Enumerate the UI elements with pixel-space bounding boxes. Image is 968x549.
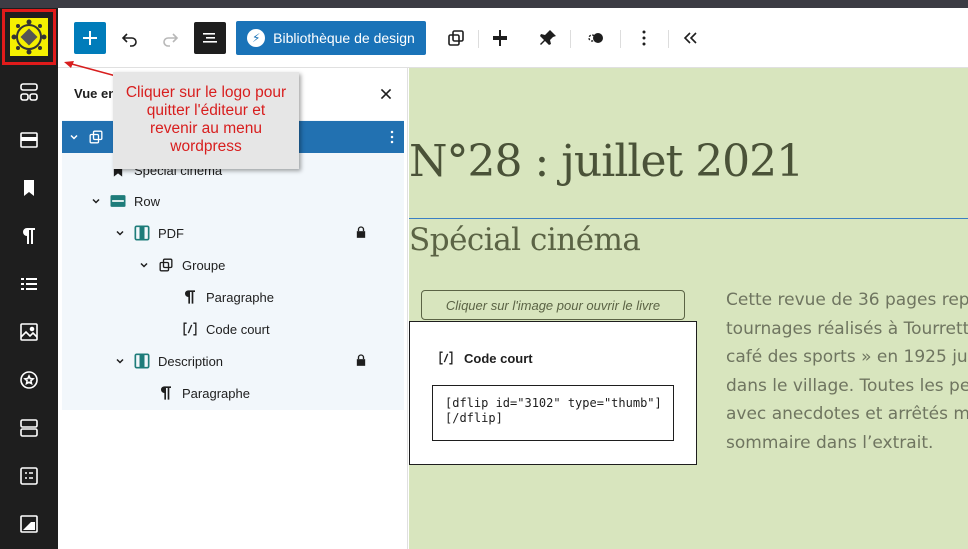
design-library-label: Bibliothèque de design xyxy=(273,30,415,46)
annotation-line: Cliquer sur le logo pour xyxy=(125,84,287,101)
patterns-icon[interactable] xyxy=(0,72,58,112)
form-icon[interactable] xyxy=(0,456,58,496)
lock-icon xyxy=(356,354,368,368)
tree-item-paragraph[interactable]: Paragraphe xyxy=(176,281,274,313)
pin-icon xyxy=(540,30,556,45)
tree-item-label: Row xyxy=(134,193,161,209)
document-overview-button[interactable] xyxy=(194,22,226,54)
paragraph-line: café des sports » en 1925 jusc xyxy=(726,347,968,367)
star-icon[interactable] xyxy=(0,360,58,400)
align-icon xyxy=(493,30,507,46)
site-logo-highlight[interactable] xyxy=(2,9,56,65)
undo-button[interactable] xyxy=(114,20,146,56)
redo-icon xyxy=(163,33,179,47)
shortcode-textarea[interactable]: [dflip id="3102" type="thumb"] [/dflip] xyxy=(432,385,674,441)
block-inserter-rail xyxy=(0,8,58,549)
section-heading[interactable]: Spécial cinéma xyxy=(409,222,641,258)
tree-item-label: PDF xyxy=(158,225,184,241)
description-paragraph[interactable]: Cette revue de 36 pages repre tournages … xyxy=(726,286,968,457)
redo-button[interactable] xyxy=(154,20,186,56)
collapse-left-icon xyxy=(683,32,697,44)
toolbar-separator xyxy=(620,30,621,48)
shortcode-icon xyxy=(180,319,200,339)
chevron-down-icon[interactable] xyxy=(112,225,128,241)
chevron-down-icon[interactable] xyxy=(88,193,104,209)
close-icon xyxy=(380,88,392,100)
more-options-button[interactable] xyxy=(628,20,660,56)
bookmark-icon[interactable] xyxy=(0,168,58,208)
paragraph-icon[interactable] xyxy=(0,216,58,256)
tree-item-shortcode[interactable]: Code court xyxy=(176,313,270,345)
shortcode-line: [dflip id="3102" type="thumb"] xyxy=(445,396,662,410)
editor-toolbar: ⚡ Bibliothèque de design xyxy=(58,8,968,68)
shortcode-icon xyxy=(439,351,453,365)
page-title[interactable]: N°28 : juillet 2021 xyxy=(409,136,804,187)
annotation-callout: Cliquer sur le logo pour quitter l'édite… xyxy=(113,72,299,169)
annotation-line: wordpress xyxy=(170,138,242,155)
site-logo[interactable] xyxy=(10,18,48,56)
paragraph-line: sommaire dans l’extrait. xyxy=(726,432,934,453)
undo-icon xyxy=(121,33,137,47)
shortcode-label: Code court xyxy=(464,350,533,366)
plus-icon xyxy=(83,31,97,45)
editor-canvas: N°28 : juillet 2021 Spécial cinéma Cliqu… xyxy=(409,68,968,549)
stack-icon[interactable] xyxy=(0,408,58,448)
add-block-button[interactable] xyxy=(74,22,106,54)
tree-item-label: Paragraphe xyxy=(182,385,250,401)
chevron-down-icon[interactable] xyxy=(66,129,82,145)
tree-item-label: Code court xyxy=(206,321,270,337)
columns-icon xyxy=(132,223,152,243)
annotation-line: revenir au menu xyxy=(149,120,262,137)
tree-item-label: Description xyxy=(158,353,224,369)
tree-item-label: Paragraphe xyxy=(206,289,274,305)
paragraph-line: avec anecdotes et arrêtés mu xyxy=(726,404,968,424)
columns-icon xyxy=(132,351,152,371)
contrast-icon xyxy=(588,33,603,43)
lock-icon xyxy=(356,226,368,240)
paragraph-line: dans le village. Toutes les per xyxy=(726,375,968,396)
document-overview-icon xyxy=(203,33,217,43)
shortcode-header: Code court xyxy=(436,348,533,368)
header-icon[interactable] xyxy=(0,120,58,160)
paragraph-line: tournages réalisés à Tourrette xyxy=(726,318,968,339)
open-book-button[interactable]: Cliquer sur l'image pour ouvrir le livre xyxy=(421,290,685,320)
paragraph-icon xyxy=(156,383,176,403)
image-icon[interactable] xyxy=(0,312,58,352)
shortcode-block[interactable]: Code court [dflip id="3102" type="thumb"… xyxy=(409,321,697,465)
design-library-button[interactable]: ⚡ Bibliothèque de design xyxy=(236,21,426,55)
annotation-arrow xyxy=(64,61,117,77)
group-icon xyxy=(156,255,176,275)
toolbar-separator xyxy=(478,30,479,48)
pin-button[interactable] xyxy=(532,20,564,56)
chevron-down-icon[interactable] xyxy=(112,353,128,369)
tree-item-groupe[interactable]: Groupe xyxy=(136,249,225,281)
contrast-button[interactable] xyxy=(580,20,612,56)
tree-item-label: Groupe xyxy=(182,257,226,273)
paragraph-line: Cette revue de 36 pages repre xyxy=(726,290,968,310)
chevron-down-icon[interactable] xyxy=(136,257,152,273)
tree-item-row[interactable]: Row xyxy=(88,185,160,217)
window-top-strip xyxy=(0,0,968,8)
list-view-tab[interactable]: Vue en xyxy=(74,86,116,101)
collapse-toolbar-button[interactable] xyxy=(674,20,706,56)
group-icon xyxy=(86,127,106,147)
tree-item-paragraph-2[interactable]: Paragraphe xyxy=(152,377,250,409)
row-icon xyxy=(108,191,128,211)
group-button[interactable] xyxy=(440,20,472,56)
toolbar-separator xyxy=(668,30,669,48)
more-vertical-icon xyxy=(642,30,646,46)
annotation-line: quitter l'éditeur et xyxy=(146,102,266,119)
shortcode-line: [/dflip] xyxy=(445,411,503,425)
list-icon[interactable] xyxy=(0,264,58,304)
cover-icon[interactable] xyxy=(0,504,58,544)
align-button[interactable] xyxy=(484,20,516,56)
paragraph-icon xyxy=(180,287,200,307)
bolt-icon: ⚡ xyxy=(247,29,266,47)
tree-item-pdf[interactable]: PDF xyxy=(112,217,402,249)
close-panel-button[interactable] xyxy=(374,82,398,106)
toolbar-separator xyxy=(570,30,571,48)
group-icon xyxy=(448,30,464,46)
tree-item-description[interactable]: Description xyxy=(112,345,402,377)
more-vertical-icon[interactable] xyxy=(382,127,402,150)
